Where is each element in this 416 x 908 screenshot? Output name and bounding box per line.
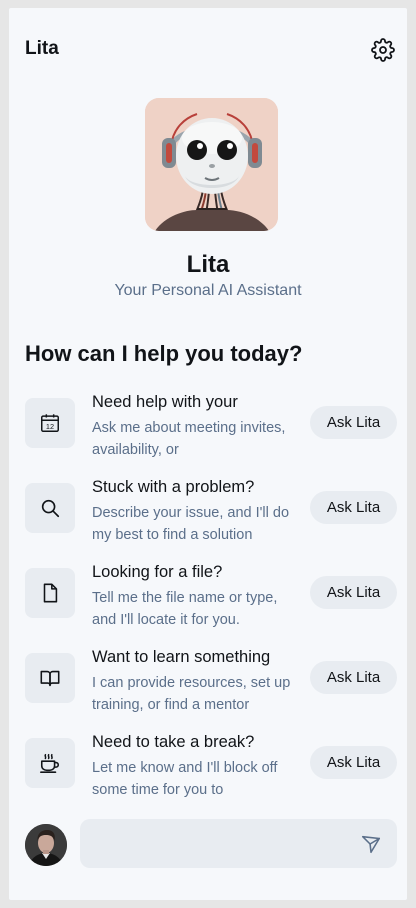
suggestion-desc: Tell me the file name or type, and I'll … [92, 590, 278, 628]
suggestion-icon-box [25, 483, 75, 533]
suggestion-icon-box [25, 568, 75, 618]
app-frame: Lita Lita Your Personal AI Assistant How… [9, 8, 407, 900]
suggestion-break: Need to take a break? Let me know and I'… [9, 730, 407, 800]
header: Lita [9, 8, 407, 94]
help-heading: How can I help you today? [25, 341, 303, 366]
book-icon [40, 670, 60, 687]
assistant-subtitle: Your Personal AI Assistant [114, 282, 302, 299]
suggestion-title: Looking for a file? [92, 563, 223, 581]
suggestion-desc: Let me know and I'll block off some time… [92, 760, 278, 798]
send-button[interactable] [358, 831, 384, 857]
ask-lita-button[interactable]: Ask Lita [310, 661, 397, 694]
user-avatar-image [25, 824, 67, 866]
search-icon [41, 499, 60, 518]
composer [9, 816, 407, 876]
assistant-avatar [145, 98, 278, 231]
suggestion-icon-box [25, 653, 75, 703]
suggestion-title: Stuck with a problem? [92, 478, 255, 496]
coffee-icon [40, 753, 60, 773]
user-avatar[interactable] [25, 824, 67, 866]
suggestion-title: Need help with your [92, 393, 238, 411]
ask-lita-button[interactable]: Ask Lita [310, 406, 397, 439]
suggestion-desc: Describe your issue, and I'll do my best… [92, 505, 290, 543]
message-input-wrapper [80, 819, 397, 868]
gear-icon [371, 38, 395, 62]
send-icon [361, 835, 381, 854]
file-icon [43, 583, 58, 603]
suggestion-learn: Want to learn something I can provide re… [9, 645, 407, 715]
suggestion-icon-box: 12 [25, 398, 75, 448]
ask-lita-button[interactable]: Ask Lita [310, 746, 397, 779]
ask-lita-button[interactable]: Ask Lita [310, 576, 397, 609]
assistant-name: Lita [186, 251, 230, 278]
suggestion-title: Need to take a break? [92, 733, 255, 751]
calendar-icon: 12 [41, 414, 59, 432]
suggestion-title: Want to learn something [92, 648, 271, 666]
settings-button[interactable] [370, 37, 396, 63]
robot-avatar [145, 98, 278, 231]
ask-lita-button[interactable]: Ask Lita [310, 491, 397, 524]
app-title: Lita [25, 38, 59, 59]
suggestion-icon-box [25, 738, 75, 788]
suggestion-calendar: 12 Need help with your Ask me about meet… [9, 390, 407, 460]
suggestion-problem: Stuck with a problem? Describe your issu… [9, 475, 407, 545]
suggestion-file: Looking for a file? Tell me the file nam… [9, 560, 407, 630]
suggestion-desc: Ask me about meeting invites, availabili… [92, 420, 286, 458]
message-input[interactable] [92, 819, 352, 868]
svg-text:12: 12 [46, 422, 54, 431]
suggestion-desc: I can provide resources, set up training… [92, 675, 291, 713]
